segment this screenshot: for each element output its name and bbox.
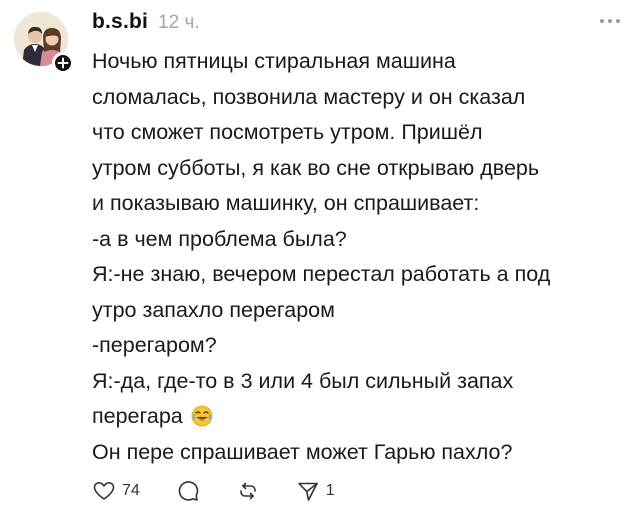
- comment-bubble-icon: [178, 481, 199, 501]
- comment-button[interactable]: [176, 479, 200, 503]
- laughing-crying-emoji-icon: [191, 403, 213, 427]
- follow-button[interactable]: [52, 52, 74, 74]
- post-text-line: -а в чем проблема была?: [92, 226, 347, 251]
- post-text-line: Ночью пятницы стиральная машина: [92, 49, 456, 73]
- more-dot: [600, 19, 604, 23]
- send-icon: [297, 482, 318, 501]
- more-dot: [616, 19, 620, 23]
- action-bar: 74 1: [92, 476, 371, 506]
- post-time: 12 ч.: [158, 12, 200, 33]
- post-text-line: Я:-да, где-то в 3 или 4 был сильный запа…: [92, 368, 514, 393]
- post-text-line-with-emoji: перегара: [92, 399, 632, 435]
- post-text-line: Я:-не знаю, вечером перестал работать а …: [92, 262, 551, 286]
- post-text-line: перегара: [92, 404, 183, 428]
- post-text: Ночью пятницы стиральная машина сломалас…: [92, 44, 632, 470]
- repost-icon: [239, 482, 256, 500]
- post-card: b.s.bi 12 ч. Ночью пятницы стиральная ма…: [0, 0, 640, 524]
- post-text-line: -перегаром?: [92, 333, 217, 357]
- plus-icon: [57, 57, 69, 69]
- more-options-icon[interactable]: [600, 14, 626, 28]
- share-button[interactable]: 1: [296, 479, 335, 503]
- username[interactable]: b.s.bi: [92, 10, 148, 34]
- post-text-line: что сможет посмотреть утром. Пришёл: [92, 120, 483, 144]
- post-text-line: и показываю машинку, он спрашивает:: [92, 191, 480, 215]
- like-button[interactable]: 74: [92, 479, 140, 503]
- post-text-line: утром субботы, я как во сне открываю две…: [92, 155, 540, 180]
- heart-icon: [93, 482, 115, 500]
- more-dot: [608, 19, 612, 23]
- post-text-line: сломалась, позвонила мастеру и он сказал: [92, 84, 526, 109]
- repost-button[interactable]: [236, 479, 260, 503]
- post-header: b.s.bi 12 ч.: [92, 10, 624, 40]
- post-text-line: Он пере спрашивает может Гарью пахло?: [92, 439, 513, 464]
- like-count: 74: [122, 482, 140, 499]
- share-count: 1: [325, 482, 335, 499]
- post-text-line: утро запахло перегаром: [92, 297, 335, 322]
